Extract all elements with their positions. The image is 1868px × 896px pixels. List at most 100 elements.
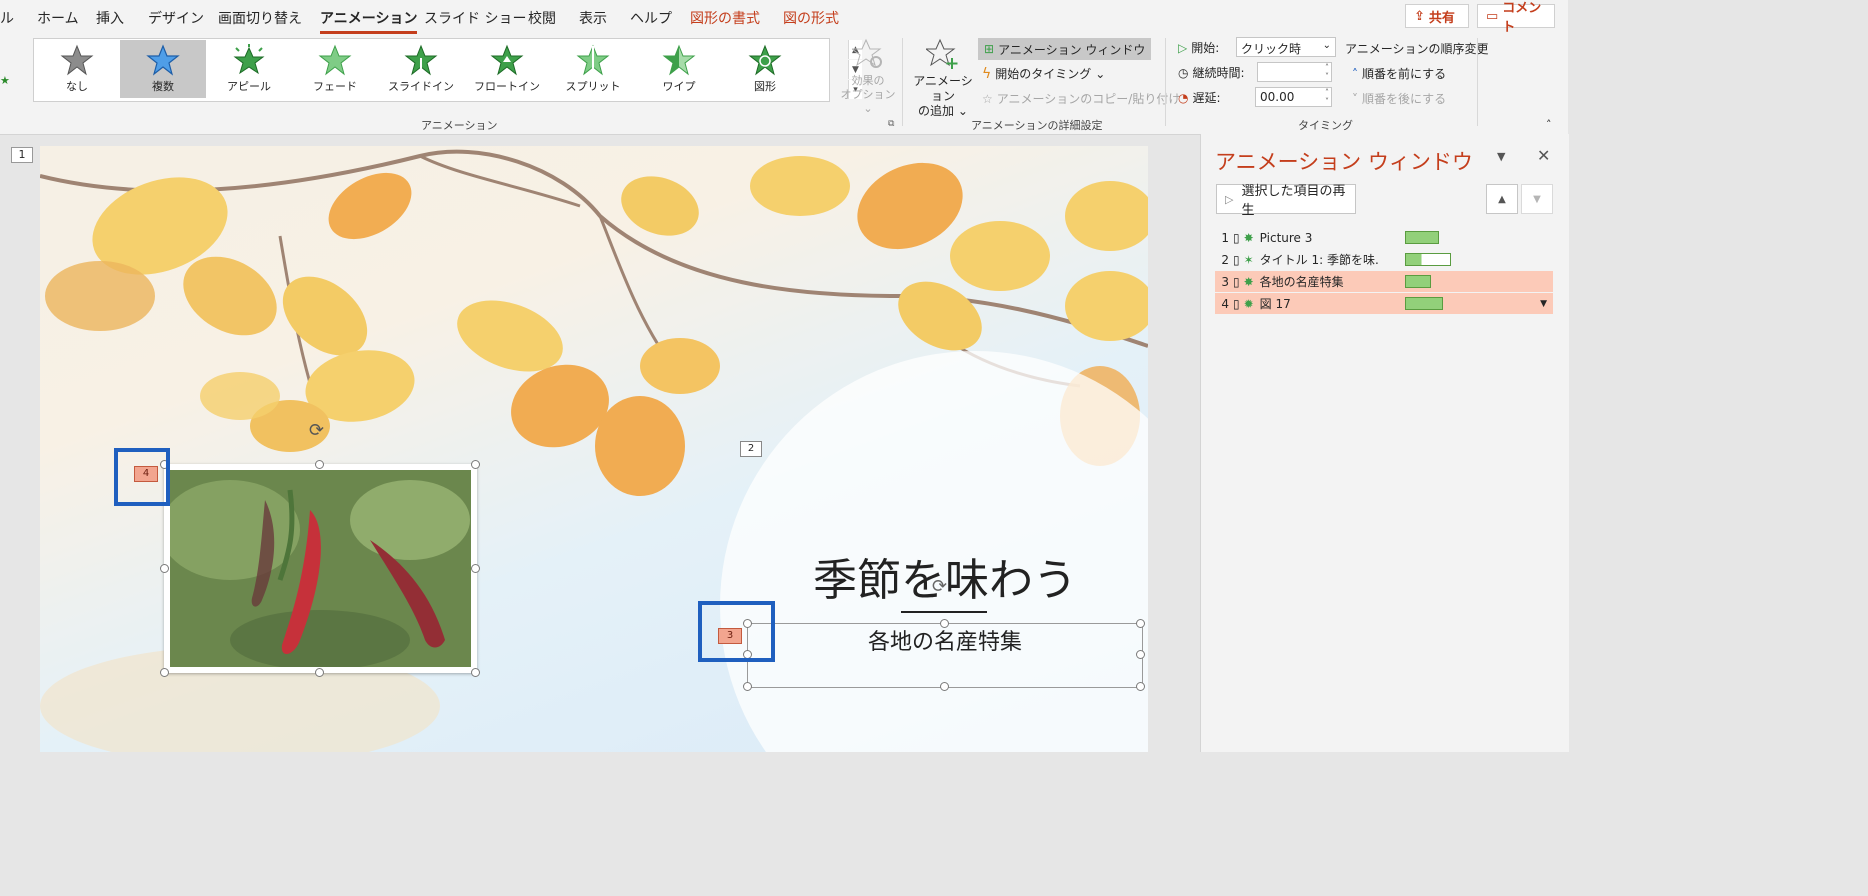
dropdown-arrow-icon[interactable]: ▼ [1540, 299, 1547, 309]
animation-painter-button[interactable]: ☆ アニメーションのコピー/貼り付け [982, 90, 1180, 107]
timing-bar[interactable] [1405, 297, 1443, 310]
duration-label: ◷ 継続時間: [1178, 65, 1245, 81]
rotate-handle-icon[interactable]: ⟳ [309, 420, 324, 441]
animation-tag-title: 2 [740, 441, 762, 457]
pepper-picture[interactable] [164, 464, 477, 673]
tab-review[interactable]: 校閲 [528, 8, 556, 28]
duration-input[interactable]: ˄ ˅ [1257, 62, 1332, 82]
chevron-down-icon: ˅ [1352, 91, 1358, 106]
play-icon: ▷ [1225, 192, 1234, 206]
resize-handle[interactable] [471, 460, 480, 469]
resize-handle[interactable] [315, 668, 324, 677]
star-wipe-icon [662, 44, 696, 76]
gallery-item-wipe[interactable]: ワイプ [636, 40, 722, 98]
tab-view[interactable]: 表示 [579, 8, 607, 28]
slide-subtitle: 各地の名産特集 [867, 630, 1022, 655]
move-later-button[interactable]: ˅ 順番を後にする [1352, 90, 1446, 107]
timing-bar[interactable] [1405, 275, 1431, 288]
clock-icon: ◷ [1178, 65, 1189, 80]
separator [1165, 38, 1166, 126]
gallery-item-fade[interactable]: フェード [292, 40, 378, 98]
move-down-button[interactable]: ▼ [1521, 184, 1553, 214]
animation-pane: アニメーション ウィンドウ ▼ ✕ ▷ 選択した項目の再生 ▲ ▼ 1 ▯ ✸ … [1200, 134, 1569, 752]
resize-handle[interactable] [743, 682, 752, 691]
tab-help[interactable]: ヘルプ [630, 8, 672, 28]
mouse-icon: ▯ [1233, 252, 1240, 267]
trigger-button[interactable]: ϟ 開始のタイミング ⌄ [982, 65, 1105, 82]
tab-design[interactable]: デザイン [148, 8, 204, 28]
resize-handle[interactable] [471, 564, 480, 573]
animation-pane-icon: ⊞ [984, 42, 995, 56]
ribbon-tab-bar: ル ホーム 挿入 デザイン 画面切り替え アニメーション スライド ショー 校閲… [0, 0, 1568, 35]
tab-animations[interactable]: アニメーション [320, 8, 418, 34]
comment-button[interactable]: ▭ コメント [1477, 1, 1555, 35]
gallery-item-fly-in[interactable]: スライドイン [378, 40, 464, 98]
dialog-launcher-icon[interactable]: ⧉ [888, 119, 894, 129]
animation-pane-button[interactable]: ⊞ アニメーション ウィンドウ [978, 38, 1152, 60]
triangle-down-icon: ▼ [1533, 193, 1541, 205]
move-earlier-button[interactable]: ˄ 順番を前にする [1352, 65, 1446, 82]
share-button[interactable]: ⇪ 共有 [1405, 4, 1469, 28]
resize-handle[interactable] [160, 668, 169, 677]
preview-icon[interactable]: ★ [0, 74, 10, 87]
delay-clock-icon: ◔ [1178, 90, 1189, 105]
gallery-item-appear[interactable]: アピール [206, 40, 292, 98]
add-animation-label-1: アニメーション [913, 74, 973, 103]
slide-canvas: ⟳ 4 2 季節を味わう ⟳ 各地の名産特集 3 [40, 146, 1148, 752]
resize-handle[interactable] [1136, 682, 1145, 691]
timing-bar[interactable] [1405, 253, 1451, 266]
resize-handle[interactable] [471, 668, 480, 677]
animation-tag-picture: 4 [134, 466, 158, 482]
mouse-icon: ▯ [1233, 230, 1240, 245]
resize-handle[interactable] [940, 682, 949, 691]
gallery-item-split[interactable]: スプリット [550, 40, 636, 98]
move-up-button[interactable]: ▲ [1486, 184, 1518, 214]
add-animation-button[interactable]: アニメーション の追加 ⌄ [908, 38, 978, 119]
delay-input[interactable]: 00.00 ˄ ˅ [1255, 87, 1332, 107]
gallery-item-shape[interactable]: 図形 [722, 40, 808, 98]
tab-file[interactable]: ル [0, 8, 14, 28]
spinner-arrows-icon[interactable]: ˄ ˅ [1325, 63, 1329, 81]
effect-options-icon [850, 38, 882, 68]
animation-list-item[interactable]: 3 ▯ ✸ 各地の名産特集 [1215, 271, 1553, 292]
star-fly-in-icon [404, 44, 438, 76]
burst-star-icon: ✹ [1243, 296, 1254, 311]
animation-list-item[interactable]: 1 ▯ ✸ Picture 3 [1215, 227, 1553, 248]
pane-options-icon[interactable]: ▼ [1497, 150, 1505, 163]
star-shape-icon [748, 44, 782, 76]
rotate-handle-icon[interactable]: ⟳ [932, 576, 947, 597]
animation-list-item[interactable]: 4 ▯ ✹ 図 17 ▼ [1215, 293, 1553, 314]
close-icon[interactable]: ✕ [1537, 146, 1550, 165]
share-icon: ⇪ [1414, 8, 1425, 24]
gallery-item-multiple[interactable]: 複数 [120, 40, 206, 98]
slide-number: 1 [11, 147, 33, 163]
tab-slideshow[interactable]: スライド ショー [424, 8, 526, 28]
separator [1477, 38, 1478, 126]
tab-home[interactable]: ホーム [37, 8, 79, 28]
resize-handle[interactable] [1136, 619, 1145, 628]
gallery-item-none[interactable]: なし [34, 40, 120, 98]
gallery-item-float-in[interactable]: フロートイン [464, 40, 550, 98]
effect-options-button[interactable]: 効果の オプション ⌄ [840, 38, 896, 116]
tab-transitions[interactable]: 画面切り替え [218, 8, 302, 28]
comment-icon: ▭ [1486, 8, 1499, 24]
add-animation-label-2: の追加 ⌄ [918, 104, 968, 118]
reorder-title: アニメーションの順序変更 [1345, 42, 1489, 56]
resize-handle[interactable] [940, 619, 949, 628]
tab-shape-format[interactable]: 図形の書式 [690, 8, 760, 28]
spinner-arrows-icon[interactable]: ˄ ˅ [1325, 88, 1329, 106]
mouse-icon: ▯ [1233, 296, 1240, 311]
resize-handle[interactable] [160, 564, 169, 573]
timing-bar[interactable] [1405, 231, 1439, 244]
start-select[interactable]: クリック時 ⌄ [1236, 37, 1336, 57]
resize-handle[interactable] [1136, 650, 1145, 659]
tab-picture-format[interactable]: 図の形式 [783, 8, 839, 28]
collapse-ribbon-icon[interactable]: ˄ [1546, 118, 1552, 131]
chevron-up-icon: ˄ [1352, 66, 1358, 81]
subtitle-textbox[interactable]: 各地の名産特集 [747, 623, 1143, 688]
resize-handle[interactable] [315, 460, 324, 469]
animation-painter-label: アニメーションのコピー/貼り付け [996, 92, 1181, 106]
tab-insert[interactable]: 挿入 [96, 8, 124, 28]
play-selected-button[interactable]: ▷ 選択した項目の再生 [1216, 184, 1356, 218]
animation-list-item[interactable]: 2 ▯ ✶ タイトル 1: 季節を味... [1215, 249, 1553, 270]
